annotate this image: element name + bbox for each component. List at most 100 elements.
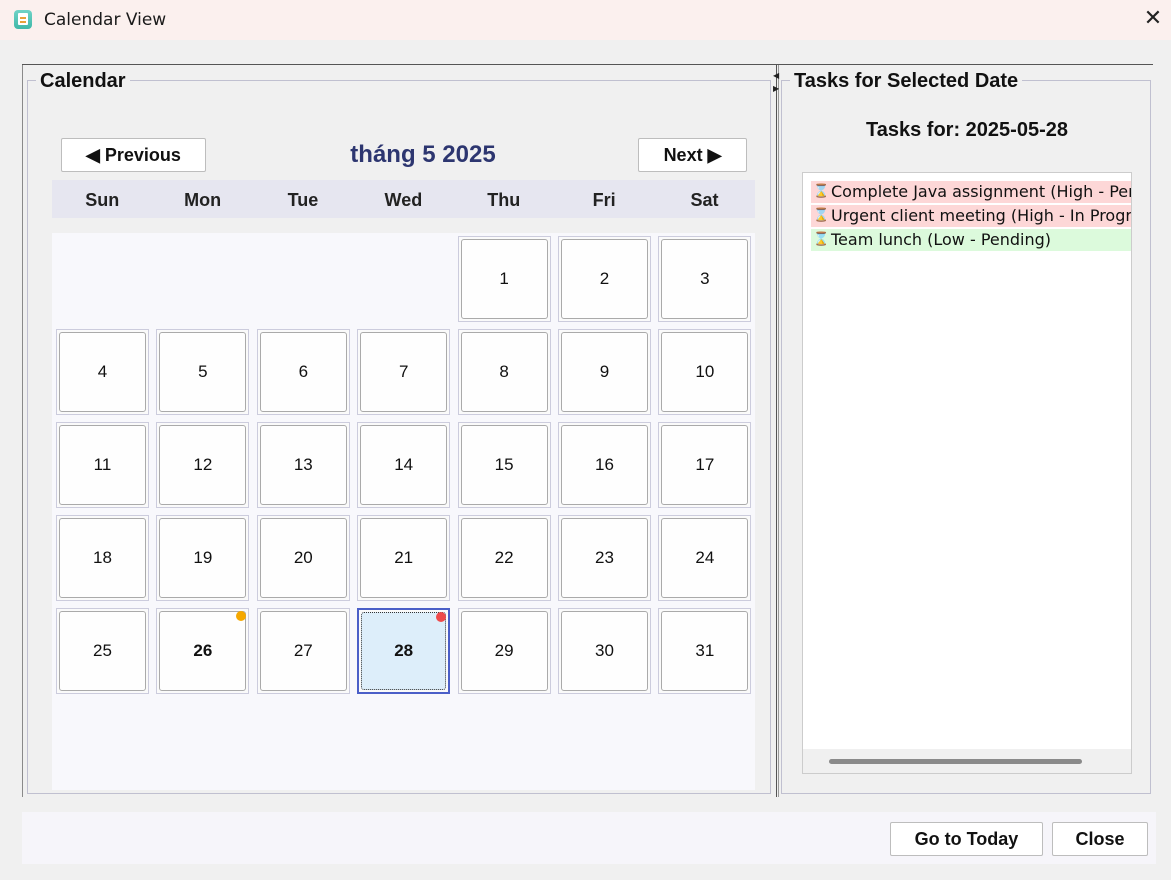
day-cell[interactable]: 25 [56, 608, 149, 694]
scrollbar-thumb[interactable] [829, 759, 1082, 764]
day-cell[interactable]: 17 [658, 422, 752, 508]
tasks-heading: Tasks for: 2025-05-28 [866, 119, 1068, 141]
day-cell[interactable]: 11 [56, 422, 149, 508]
day-number[interactable]: 30 [561, 611, 648, 691]
day-cell[interactable]: 29 [457, 608, 551, 694]
day-cell[interactable]: 4 [56, 329, 149, 415]
close-button[interactable]: Close [1052, 822, 1148, 856]
day-cell[interactable]: 12 [156, 422, 250, 508]
day-number[interactable]: 14 [360, 425, 448, 505]
weekday-label: Sun [85, 190, 120, 210]
calendar-app-icon [14, 10, 32, 29]
hourglass-icon: ⌛ [813, 232, 830, 247]
task-text: Team lunch (Low - Pending) [831, 230, 1052, 249]
day-number[interactable]: 23 [561, 518, 648, 598]
horizontal-scrollbar[interactable] [803, 749, 1131, 773]
day-number[interactable]: 6 [259, 332, 347, 412]
day-cell[interactable]: 16 [558, 422, 651, 508]
weekday-label: Wed [384, 190, 423, 210]
day-cell[interactable]: 20 [256, 515, 350, 601]
weekday-label: Mon [184, 190, 222, 210]
day-number[interactable]: 21 [360, 518, 448, 598]
split-divider[interactable] [776, 65, 779, 797]
hourglass-icon: ⌛ [813, 184, 830, 199]
weekday-label: Thu [487, 190, 521, 210]
day-number[interactable]: 7 [360, 332, 448, 412]
task-list-item[interactable]: ⌛ Urgent client meeting (High - In Progre… [811, 205, 1132, 227]
day-number[interactable]: 12 [159, 425, 247, 505]
day-cell[interactable]: 21 [357, 515, 451, 601]
day-number[interactable]: 1 [460, 239, 548, 319]
go-to-today-button[interactable]: Go to Today [890, 822, 1043, 856]
day-number[interactable]: 18 [59, 518, 146, 598]
day-number[interactable]: 20 [259, 518, 347, 598]
day-cell[interactable]: 6 [256, 329, 350, 415]
day-number[interactable]: 11 [59, 425, 146, 505]
day-number[interactable]: 31 [661, 611, 749, 691]
day-number[interactable]: 27 [259, 611, 347, 691]
day-number[interactable]: 29 [460, 611, 548, 691]
day-cell[interactable]: 19 [156, 515, 250, 601]
weekday-label: Tue [287, 190, 319, 210]
day-number[interactable]: 28 [361, 612, 447, 690]
day-number[interactable]: 9 [561, 332, 648, 412]
day-cell[interactable]: 26 [156, 608, 250, 694]
day-cell[interactable]: 1 [457, 236, 551, 322]
day-cell[interactable]: 14 [357, 422, 451, 508]
window-close-icon[interactable]: ✕ [1141, 8, 1165, 32]
next-month-button[interactable]: Next ▶ [638, 138, 747, 172]
day-number[interactable]: 4 [59, 332, 146, 412]
weekday-label: Fri [592, 190, 616, 210]
day-number[interactable]: 15 [460, 425, 548, 505]
task-text: Urgent client meeting (High - In Progres… [831, 206, 1132, 225]
day-number[interactable]: 13 [259, 425, 347, 505]
weekday-header: Sun Mon Tue Wed Thu Fri Sat [52, 180, 755, 218]
hourglass-icon: ⌛ [813, 208, 830, 223]
day-number[interactable]: 24 [661, 518, 749, 598]
days-grid: 1 2 3 4 5 6 7 8 9 10 11 12 13 14 15 16 17 18 19 20 21 22 23 24 2… [52, 233, 755, 790]
day-number[interactable]: 3 [661, 239, 749, 319]
day-number[interactable]: 5 [159, 332, 247, 412]
day-number[interactable]: 26 [159, 611, 247, 691]
day-cell[interactable]: 15 [457, 422, 551, 508]
day-number[interactable]: 16 [561, 425, 648, 505]
day-number[interactable]: 19 [159, 518, 247, 598]
day-cell[interactable]: 18 [56, 515, 149, 601]
previous-month-button[interactable]: ◀ Previous [61, 138, 206, 172]
divider-arrows-icon[interactable]: ◀ ▶ [773, 69, 781, 99]
day-cell[interactable]: 5 [156, 329, 250, 415]
day-cell[interactable]: 31 [658, 608, 752, 694]
weekday-label: Sat [690, 190, 719, 210]
day-cell[interactable]: 10 [658, 329, 752, 415]
day-cell[interactable]: 7 [357, 329, 451, 415]
task-text: Complete Java assignment (High - Pendin [831, 182, 1132, 201]
tasks-group: Tasks for Selected Date Tasks for: 2025-… [781, 70, 1151, 794]
day-cell[interactable]: 8 [457, 329, 551, 415]
tasks-group-title: Tasks for Selected Date [790, 70, 1023, 93]
month-label: tháng 5 2025 [350, 141, 496, 168]
task-list-item[interactable]: ⌛ Team lunch (Low - Pending) [811, 229, 1131, 251]
day-cell[interactable]: 13 [256, 422, 350, 508]
day-cell[interactable]: 27 [256, 608, 350, 694]
day-cell[interactable]: 22 [457, 515, 551, 601]
day-number[interactable]: 10 [661, 332, 749, 412]
day-cell[interactable]: 9 [558, 329, 651, 415]
calendar-group: Calendar ◀ Previous tháng 5 2025 Next ▶ Sun… [27, 70, 771, 794]
day-number[interactable]: 25 [59, 611, 146, 691]
day-number[interactable]: 22 [460, 518, 548, 598]
day-cell[interactable]: 30 [558, 608, 651, 694]
button-bar: Go to Today Close [22, 812, 1156, 864]
day-number[interactable]: 17 [661, 425, 749, 505]
day-number[interactable]: 8 [460, 332, 548, 412]
task-list-item[interactable]: ⌛ Complete Java assignment (High - Pendin [811, 181, 1132, 203]
window-title: Calendar View [44, 10, 167, 30]
day-cell[interactable]: 23 [558, 515, 651, 601]
split-pane: Calendar ◀ Previous tháng 5 2025 Next ▶ Sun… [22, 64, 1153, 797]
day-number[interactable]: 2 [561, 239, 648, 319]
day-cell[interactable]: 2 [558, 236, 651, 322]
day-cell[interactable]: 3 [658, 236, 752, 322]
calendar-pane: Calendar ◀ Previous tháng 5 2025 Next ▶ Sun… [22, 65, 774, 797]
task-list[interactable]: ⌛ Complete Java assignment (High - Pendin… [802, 172, 1132, 774]
day-cell-selected[interactable]: 28 [357, 608, 451, 694]
day-cell[interactable]: 24 [658, 515, 752, 601]
